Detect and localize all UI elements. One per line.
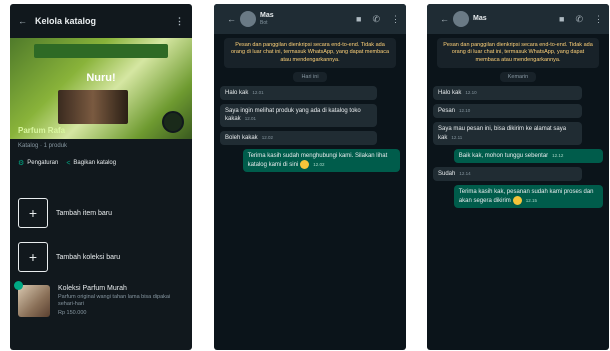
plus-icon: + xyxy=(18,198,48,228)
chat-header: ← Mas ■ ✆ ⋮ xyxy=(427,4,609,34)
contact-name[interactable]: Mas xyxy=(260,12,274,20)
chat-header: ← Mas Bot ■ ✆ ⋮ xyxy=(214,4,406,34)
encryption-notice: Pesan dan panggilan dienkripsi secara en… xyxy=(437,38,599,69)
share-label: Bagikan katalog xyxy=(73,160,117,166)
message-time: 12.12 xyxy=(552,152,564,158)
back-arrow-icon[interactable]: ← xyxy=(227,14,236,24)
contact-status: Bot xyxy=(260,19,268,26)
catalog-actions: ⚙ Pengaturan < Bagikan katalog xyxy=(10,153,192,173)
message-time: 12.11 xyxy=(451,134,463,140)
message-bubble[interactable]: Halo kak 12.10 xyxy=(433,86,583,101)
message-text: Boleh kakak xyxy=(225,134,258,141)
message-text: Baik kak, mohon tunggu sebentar xyxy=(458,152,549,159)
message-time: 12.14 xyxy=(459,170,471,176)
status-dot-icon xyxy=(14,281,23,290)
message-time: 12.02 xyxy=(313,161,325,167)
banner-logo xyxy=(34,44,168,58)
add-collection-button[interactable]: + Tambah koleksi baru xyxy=(10,235,192,279)
message-bubble[interactable]: Baik kak, mohon tunggu sebentar 12.12 xyxy=(453,148,603,163)
message-bubble[interactable]: Terima kasih kak, pesanan sudah kami pro… xyxy=(453,184,603,209)
product-item[interactable]: Koleksi Parfum Murah Parfum original wan… xyxy=(10,279,192,323)
chat-screen-2: ← Mas ■ ✆ ⋮ Pesan dan panggilan dienkrip… xyxy=(427,4,609,350)
phone-call-icon[interactable]: ✆ xyxy=(372,14,380,25)
more-options-icon[interactable]: ⋮ xyxy=(391,14,400,25)
business-name: Parfum Rafa xyxy=(18,126,66,135)
date-divider: Kemarin xyxy=(499,72,537,83)
back-arrow-icon[interactable]: ← xyxy=(440,14,449,24)
message-bubble[interactable]: Boleh kakak 12.02 xyxy=(220,130,378,145)
product-thumbnail xyxy=(14,281,50,317)
add-item-button[interactable]: + Tambah item baru xyxy=(10,191,192,235)
avatar[interactable] xyxy=(240,11,256,27)
share-catalog-button[interactable]: < Bagikan katalog xyxy=(66,160,116,167)
page-title: Kelola katalog xyxy=(35,16,97,26)
product-price: Rp 150.000 xyxy=(58,310,87,317)
banner-photo xyxy=(58,90,128,124)
more-options-icon[interactable]: ⋮ xyxy=(175,16,184,27)
message-bubble[interactable]: Terima kasih sudah menghubungi kami. Sil… xyxy=(242,148,400,172)
catalog-banner: Nuru! Parfum Rafa xyxy=(10,38,192,139)
message-bubble[interactable]: Pesan 12.10 xyxy=(433,104,583,119)
avatar[interactable] xyxy=(453,11,469,27)
plus-icon: + xyxy=(18,242,48,272)
smiley-emoji-icon xyxy=(300,159,310,169)
catalog-header: ← Kelola katalog ⋮ xyxy=(10,4,192,38)
contact-name[interactable]: Mas xyxy=(473,15,487,23)
gear-icon: ⚙ xyxy=(18,160,25,167)
settings-button[interactable]: ⚙ Pengaturan xyxy=(18,159,58,167)
video-call-icon[interactable]: ■ xyxy=(559,14,564,24)
smiley-emoji-icon xyxy=(512,195,522,205)
message-text: Pesan xyxy=(438,108,456,115)
message-time: 12.10 xyxy=(459,108,471,114)
chat-screen-1: ← Mas Bot ■ ✆ ⋮ Pesan dan panggilan dien… xyxy=(214,4,406,350)
message-time: 12.15 xyxy=(525,198,538,203)
message-bubble[interactable]: Saya ingin melihat produk yang ada di ka… xyxy=(220,104,378,127)
message-bubble[interactable]: Halo kak 12.01 xyxy=(220,86,378,101)
message-time: 12.02 xyxy=(261,134,273,140)
phone-call-icon[interactable]: ✆ xyxy=(575,14,583,25)
message-time: 12.01 xyxy=(244,116,256,122)
catalog-subtitle: Katalog · 1 produk xyxy=(18,143,68,149)
message-text: Halo kak xyxy=(225,90,249,97)
add-collection-label: Tambah koleksi baru xyxy=(56,253,121,261)
banner-title: Nuru! xyxy=(86,72,116,84)
catalog-list: + Tambah item baru + Tambah koleksi baru… xyxy=(10,191,192,323)
catalog-screen: ← Kelola katalog ⋮ Nuru! Parfum Rafa Kat… xyxy=(10,4,192,350)
message-text: Halo kak xyxy=(438,90,462,97)
message-list: Halo kak 12.01 Saya ingin melihat produk y… xyxy=(214,86,406,172)
message-time: 12.01 xyxy=(252,90,264,96)
message-bubble[interactable]: Sudah 12.14 xyxy=(433,166,583,181)
message-list: Halo kak 12.10 Pesan 12.10 Saya mau pesan in… xyxy=(427,86,609,209)
back-arrow-icon[interactable]: ← xyxy=(18,16,27,26)
message-bubble[interactable]: Saya mau pesan ini, bisa dikirim ke alam… xyxy=(433,122,583,145)
product-desc: Parfum original wangi tahan lama bisa di… xyxy=(58,293,171,307)
message-time: 12.10 xyxy=(465,90,477,96)
video-call-icon[interactable]: ■ xyxy=(356,14,361,24)
message-text: Sudah xyxy=(438,170,456,177)
more-options-icon[interactable]: ⋮ xyxy=(594,14,603,25)
product-name: Koleksi Parfum Murah xyxy=(58,284,127,292)
share-icon: < xyxy=(66,159,71,167)
business-avatar[interactable] xyxy=(162,111,184,133)
settings-label: Pengaturan xyxy=(27,160,59,166)
date-divider: Hari ini xyxy=(293,72,327,83)
add-item-label: Tambah item baru xyxy=(56,209,113,217)
encryption-notice: Pesan dan panggilan dienkripsi secara en… xyxy=(224,38,396,69)
